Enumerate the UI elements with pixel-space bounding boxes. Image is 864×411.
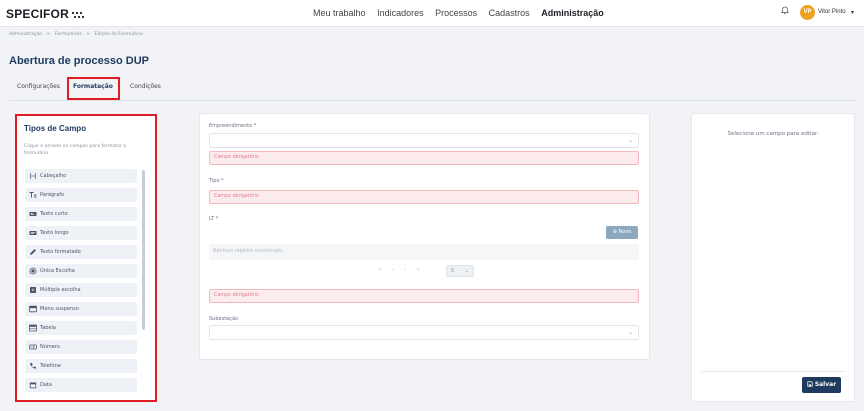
field-type-texto-curto[interactable]: Texto curto xyxy=(25,207,137,221)
empreendimento-select[interactable]: ⌄ xyxy=(209,133,639,148)
last-page-button[interactable]: » xyxy=(417,267,420,273)
breadcrumb-administracao[interactable]: Administração xyxy=(9,32,42,37)
heading-icon xyxy=(30,173,36,179)
breadcrumb-separator: > xyxy=(86,32,91,37)
avatar[interactable]: VP xyxy=(800,5,815,20)
pencil-icon xyxy=(30,249,36,255)
tipo-error: Campo obrigatório xyxy=(209,190,639,204)
first-page-button[interactable]: « xyxy=(378,267,381,273)
field-types-description: Clique e arraste os campos para formatar… xyxy=(24,144,127,156)
prev-page-button[interactable]: ‹ xyxy=(392,267,394,273)
tipo-label: Tipo * xyxy=(209,178,224,184)
tab-configuracoes[interactable]: Configurações xyxy=(17,83,60,90)
short-text-icon xyxy=(29,212,37,216)
user-name[interactable]: Vitor Pinto xyxy=(818,9,846,15)
form-preview: Empreendimento * ⌄ Campo obrigatório Tip… xyxy=(200,114,649,359)
novo-button[interactable]: ⊕ Novo xyxy=(606,226,638,239)
tab-highlight-box xyxy=(67,77,120,100)
field-type-numero[interactable]: Número xyxy=(25,340,137,354)
chevron-down-icon[interactable]: ▾ xyxy=(851,9,854,16)
chevron-down-icon: ⌄ xyxy=(464,268,469,274)
field-type-texto-longo[interactable]: Texto longo xyxy=(25,226,137,240)
field-types-scrollbar[interactable] xyxy=(142,170,145,330)
next-page-button[interactable]: › xyxy=(404,267,406,273)
page-size-select[interactable]: 5 ⌄ xyxy=(446,265,474,277)
save-button[interactable]: Salvar xyxy=(802,377,841,393)
field-type-texto-formatado[interactable]: Texto formatado xyxy=(25,245,137,259)
nav-meu-trabalho[interactable]: Meu trabalho xyxy=(313,8,366,18)
tab-bar: Configurações Formatação Condições xyxy=(9,78,857,101)
number-icon xyxy=(29,344,37,350)
nav-processos[interactable]: Processos xyxy=(435,8,477,18)
nav-administracao[interactable]: Administração xyxy=(541,8,604,18)
logo-mark-icon xyxy=(71,11,85,18)
field-type-paragrafo[interactable]: Parágrafo xyxy=(25,188,137,202)
empreendimento-label: Empreendimento * xyxy=(209,123,257,129)
field-type-unica-escolha[interactable]: Única Escolha xyxy=(25,264,137,278)
field-type-telefone[interactable]: Telefone xyxy=(25,359,137,373)
editor-hint: Selecione um campo para editar. xyxy=(727,131,819,137)
field-type-menu-suspenso[interactable]: Menu suspenso xyxy=(25,302,137,316)
calendar-icon xyxy=(29,382,37,389)
lt-empty-message: Nenhum registro encontrado xyxy=(209,244,639,260)
lt-label: LT * xyxy=(209,216,219,222)
paragraph-icon xyxy=(29,192,37,198)
table-icon xyxy=(29,324,37,332)
main-nav: Meu trabalho Indicadores Processos Cadas… xyxy=(313,8,613,18)
breadcrumb-formularios[interactable]: Formulários xyxy=(55,32,82,37)
top-bar: SPECIFOR Meu trabalho Indicadores Proces… xyxy=(0,0,864,27)
chevron-down-icon: ⌄ xyxy=(627,329,633,336)
field-type-tabela[interactable]: Tabela xyxy=(25,321,137,335)
page-title: Abertura de processo DUP xyxy=(9,55,149,67)
breadcrumb-separator: > xyxy=(46,32,51,37)
field-type-cabecalho[interactable]: Cabeçalho xyxy=(25,169,137,183)
long-text-icon xyxy=(29,231,37,235)
breadcrumb: Administração > Formulários > Edição do … xyxy=(9,32,146,37)
field-type-data[interactable]: Data xyxy=(25,378,137,392)
divider xyxy=(701,371,845,372)
app-logo[interactable]: SPECIFOR xyxy=(6,7,85,21)
empreendimento-error: Campo obrigatório xyxy=(209,151,639,165)
lt-error: Campo obrigatório xyxy=(209,289,639,303)
nav-cadastros[interactable]: Cadastros xyxy=(489,8,530,18)
checkbox-icon xyxy=(30,287,36,293)
nav-indicadores[interactable]: Indicadores xyxy=(377,8,424,18)
save-icon xyxy=(807,380,813,387)
subestacao-label: Subestação xyxy=(209,316,239,322)
chevron-down-icon: ⌄ xyxy=(627,137,633,144)
bell-icon[interactable] xyxy=(781,6,789,15)
field-editor-panel: Selecione um campo para editar. xyxy=(692,114,854,401)
field-types-title: Tipos de Campo xyxy=(24,124,87,133)
dropdown-icon xyxy=(29,305,37,313)
breadcrumb-current: Edição do Formulário xyxy=(94,32,143,37)
subestacao-select[interactable]: ⌄ xyxy=(209,325,639,340)
field-type-multipla-escolha[interactable]: Múltipla escolha xyxy=(25,283,137,297)
tab-condicoes[interactable]: Condições xyxy=(130,83,161,90)
pagination: « ‹ › » xyxy=(378,267,429,273)
radio-icon xyxy=(29,267,37,275)
field-types-panel: Tipos de Campo Clique e arraste os campo… xyxy=(15,114,157,402)
phone-icon xyxy=(30,363,36,369)
